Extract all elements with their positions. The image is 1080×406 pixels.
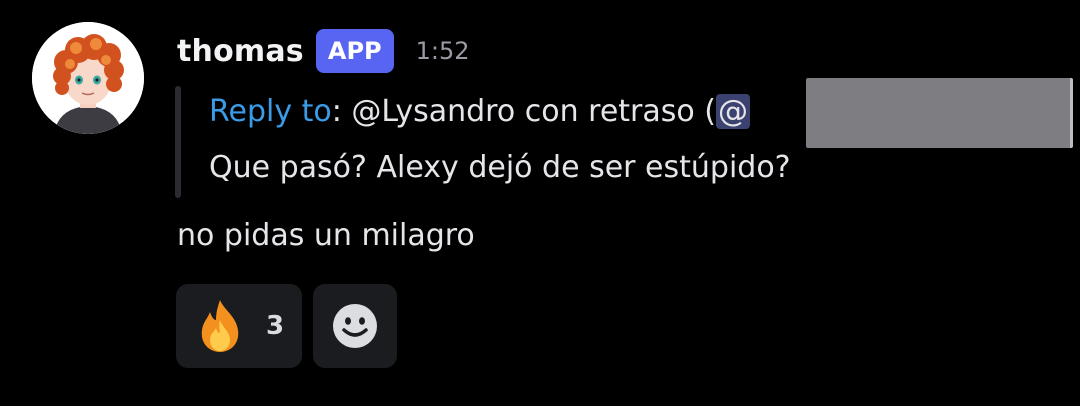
reply-to-link[interactable]: Reply to bbox=[209, 94, 332, 129]
smiley-icon bbox=[333, 304, 377, 348]
reply-colon: : bbox=[331, 94, 342, 129]
author-avatar[interactable] bbox=[32, 22, 144, 134]
redacted-overlay bbox=[806, 78, 1073, 148]
reply-header: Reply to: @Lysandro con retraso (@ bbox=[209, 94, 750, 129]
reply-target-text: @Lysandro con retraso ( bbox=[341, 94, 716, 129]
avatar-image bbox=[32, 22, 144, 134]
user-mention[interactable]: @ bbox=[715, 94, 750, 129]
message-header: thomas APP 1:52 bbox=[177, 28, 470, 74]
reaction-fire[interactable]: 3 bbox=[176, 284, 302, 368]
reaction-count: 3 bbox=[266, 311, 285, 341]
message-body: no pidas un milagro bbox=[177, 218, 475, 253]
reply-quote-bar bbox=[175, 86, 181, 198]
quoted-text: Que pasó? Alexy dejó de ser estúpido? bbox=[209, 150, 791, 185]
app-badge: APP bbox=[315, 29, 394, 73]
author-name[interactable]: thomas bbox=[177, 34, 304, 69]
fire-icon bbox=[201, 300, 239, 352]
add-reaction-button[interactable] bbox=[313, 284, 397, 368]
message-timestamp[interactable]: 1:52 bbox=[416, 37, 470, 65]
